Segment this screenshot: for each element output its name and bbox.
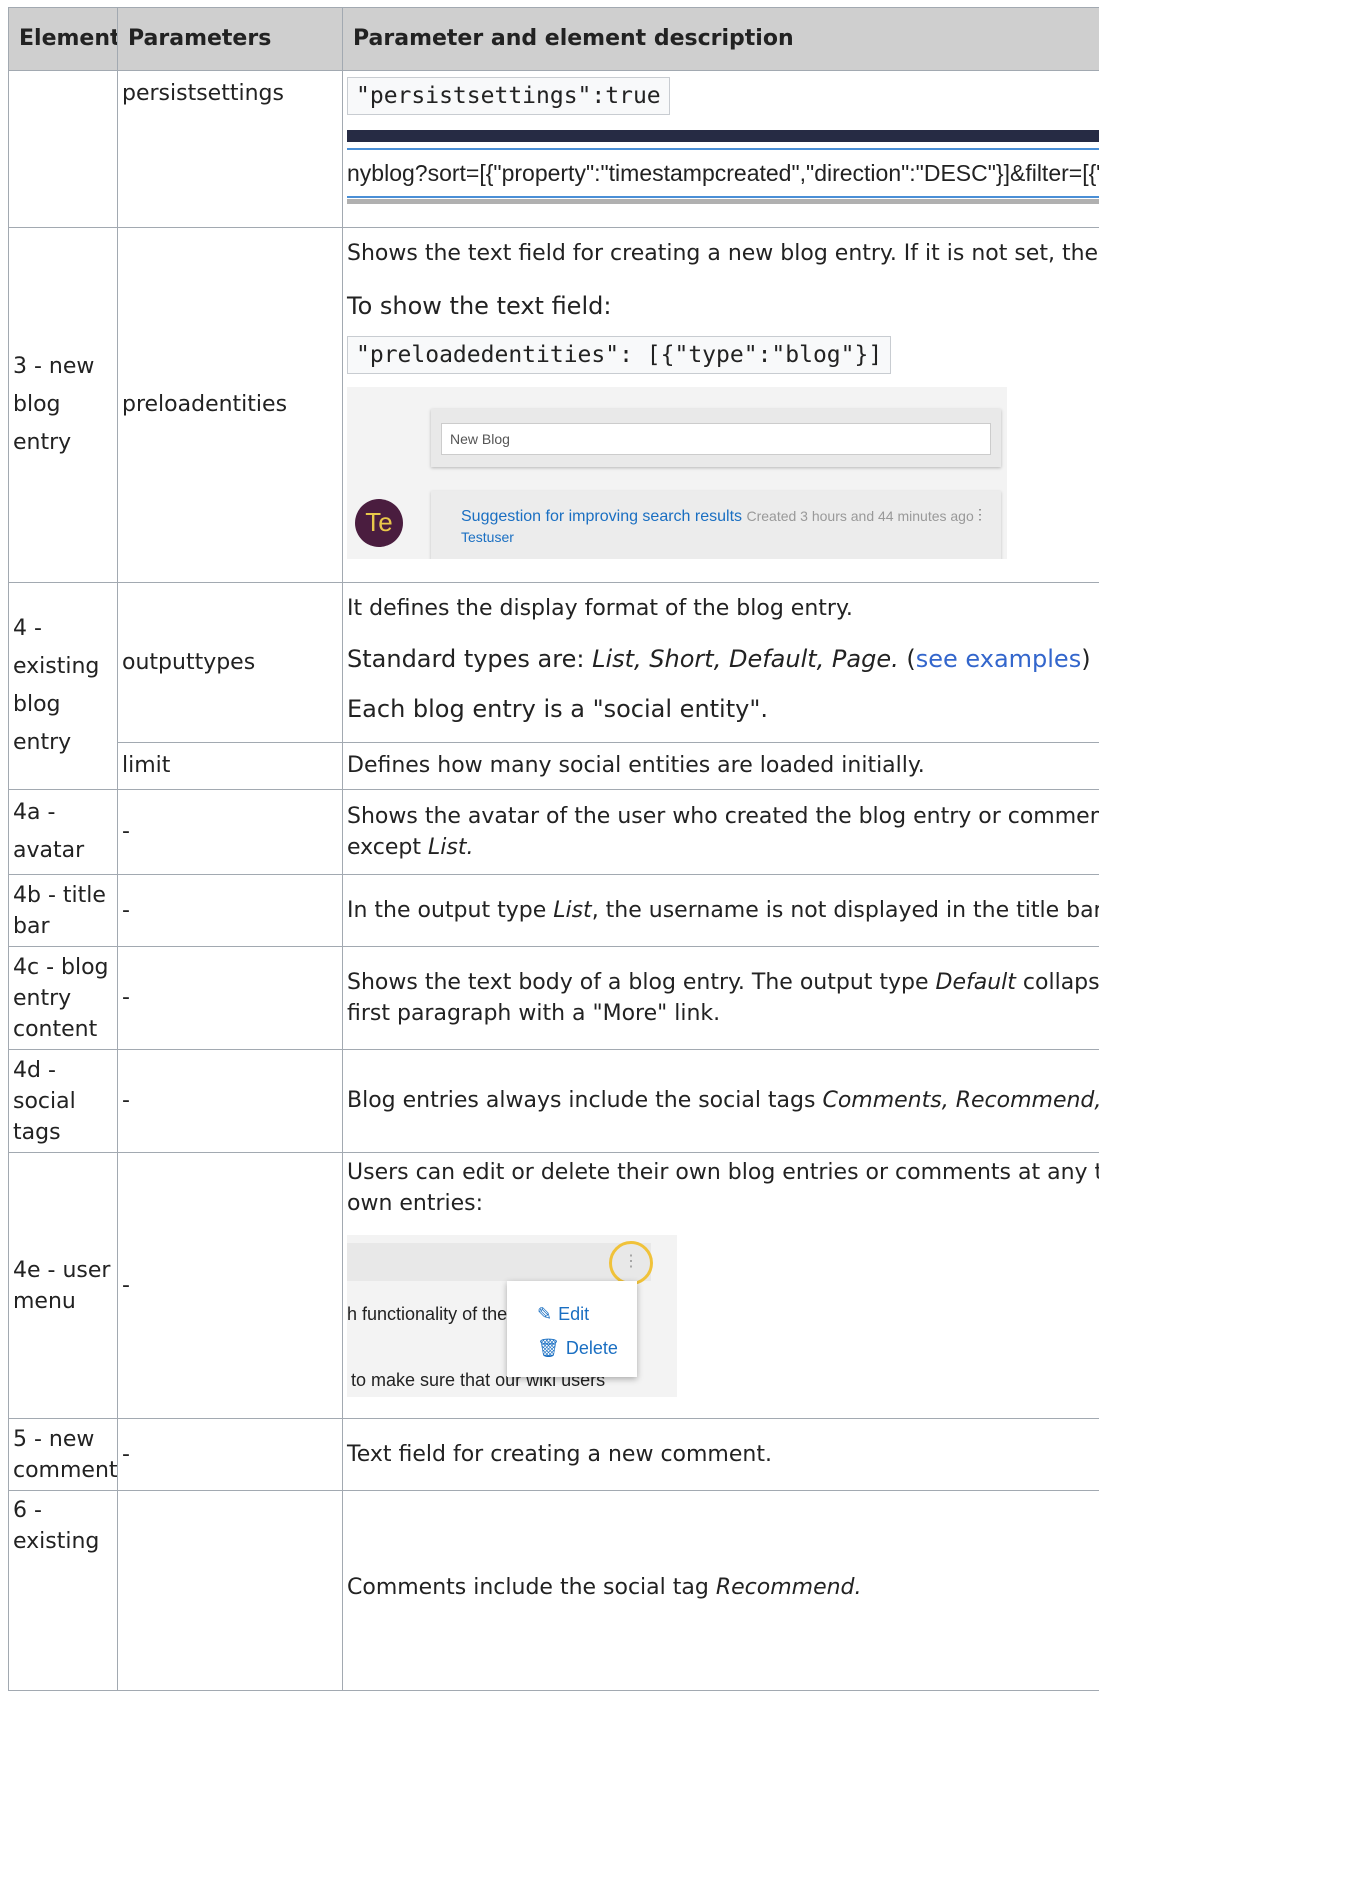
table-row: 4e - user menu - Users can edit or delet… <box>8 1152 1099 1419</box>
description-cell: Blog entries always include the social t… <box>342 1049 1099 1153</box>
user-menu-screenshot: ⋮ h functionality of the to make sure th… <box>347 1235 677 1397</box>
table-row: 5 - new comment - Text field for creatin… <box>8 1418 1099 1491</box>
new-blog-input: New Blog <box>441 423 991 455</box>
element-cell: 4d - social tags <box>8 1049 118 1153</box>
description-cell: In the output type List, the username is… <box>342 874 1099 947</box>
table-row: 4c - blog entry content - Shows the text… <box>8 946 1099 1050</box>
element-cell: 4e - user menu <box>8 1152 118 1419</box>
element-cell: 6 - existing <box>8 1490 118 1691</box>
description-cell: "persistsettings":true nyblog?sort=[{"pr… <box>342 70 1099 228</box>
description-cell: Users can edit or delete their own blog … <box>342 1152 1099 1419</box>
table-row: 4a - avatar - Shows the avatar of the us… <box>8 789 1099 875</box>
element-cell: 4 - existing blog entry <box>8 582 118 790</box>
header-element: Element <box>8 7 118 71</box>
description-cell: Shows the avatar of the user who created… <box>342 789 1099 875</box>
param-cell: - <box>117 946 343 1050</box>
table-row: persistsettings "persistsettings":true n… <box>8 70 1099 228</box>
delete-menu-item: 🗑 Delete <box>537 1338 618 1358</box>
param-cell: - <box>117 1049 343 1153</box>
param-cell: - <box>117 1418 343 1491</box>
parameter-table: Element Parameters Parameter and element… <box>8 7 1099 1691</box>
kebab-menu-icon: ⋮ <box>973 506 987 522</box>
param-cell: - <box>117 874 343 947</box>
trash-icon: 🗑 <box>537 1338 560 1358</box>
user-dropdown-menu: ✎ Edit 🗑 Delete <box>507 1281 637 1377</box>
description-cell: It defines the display format of the blo… <box>342 582 1099 743</box>
element-cell: 4b - title bar <box>8 874 118 947</box>
description-cell: Shows the text field for creating a new … <box>342 227 1099 583</box>
table-row: 4 - existing blog entry outputtypes It d… <box>8 582 1099 790</box>
table-row: 4b - title bar - In the output type List… <box>8 874 1099 947</box>
page-viewport: Element Parameters Parameter and element… <box>0 0 1099 1903</box>
element-cell: 4c - blog entry content <box>8 946 118 1050</box>
param-cell: persistsettings <box>117 70 343 228</box>
table-row: limit Defines how many social entities a… <box>9 742 1099 790</box>
description-cell: Shows the text body of a blog entry. The… <box>342 946 1099 1050</box>
element-cell: 4a - avatar <box>8 789 118 875</box>
pencil-icon: ✎ <box>537 1304 553 1324</box>
param-cell: outputtypes <box>117 582 343 743</box>
description-cell: Text field for creating a new comment. <box>342 1418 1099 1491</box>
kebab-menu-icon: ⋮ <box>609 1241 653 1285</box>
table-row: 6 - existing Comments include the social… <box>8 1490 1099 1691</box>
description-cell: Comments include the social tag Recommen… <box>342 1490 1099 1691</box>
param-cell: limit <box>117 742 343 790</box>
element-cell <box>8 70 118 228</box>
element-cell: 5 - new comment <box>8 1418 118 1491</box>
element-cell: 3 - new blog entry <box>8 227 118 583</box>
url-text: nyblog?sort=[{"property":"timestampcreat… <box>347 148 1099 198</box>
avatar-icon: Te <box>355 499 403 547</box>
param-cell: preloadentities <box>117 227 343 583</box>
table-header-row: Element Parameters Parameter and element… <box>8 7 1099 71</box>
param-cell: - <box>117 1152 343 1419</box>
new-blog-screenshot: New Blog Te Suggestion for improving sea… <box>347 387 1007 559</box>
param-cell: - <box>117 789 343 875</box>
param-cell <box>117 1490 343 1691</box>
code-snippet: "preloadedentities": [{"type":"blog"}] <box>347 336 892 374</box>
table-row: 3 - new blog entry preloadentities Shows… <box>8 227 1099 583</box>
see-examples-link[interactable]: see examples <box>916 645 1081 673</box>
table-row: 4d - social tags - Blog entries always i… <box>8 1049 1099 1153</box>
description-cell: Defines how many social entities are loa… <box>342 742 1099 790</box>
edit-menu-item: ✎ Edit <box>537 1304 590 1324</box>
code-snippet: "persistsettings":true <box>347 77 670 115</box>
header-parameters: Parameters <box>117 7 343 71</box>
url-bar-screenshot: nyblog?sort=[{"property":"timestampcreat… <box>347 130 1099 212</box>
header-description: Parameter and element description <box>342 7 1099 71</box>
